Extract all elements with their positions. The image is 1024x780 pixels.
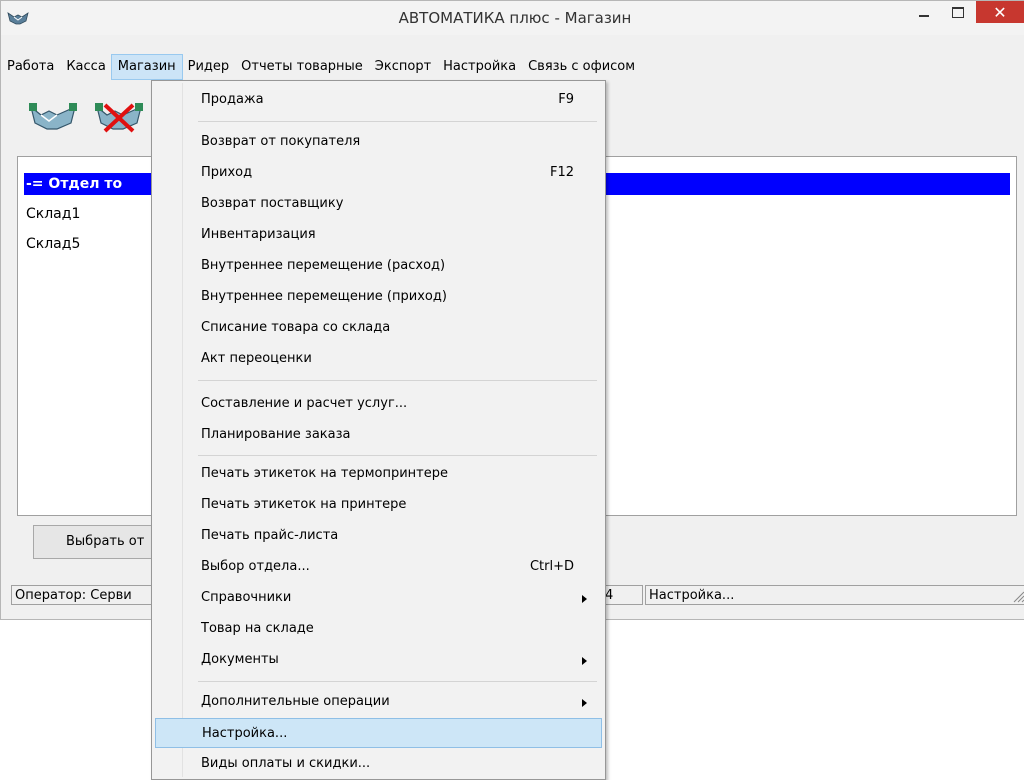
menu-item-label: Печать прайс-листа (201, 528, 339, 543)
menu-item-shortcut: F9 (558, 92, 574, 107)
menu-item-peremeschenie-rashod[interactable]: Внутреннее перемещение (расход) (155, 251, 602, 281)
menu-item-label: Планирование заказа (201, 427, 351, 442)
menu-item-label: Внутреннее перемещение (приход) (201, 289, 447, 304)
menu-item-spravochniki[interactable]: Справочники (155, 583, 602, 613)
menu-item-label: Товар на складе (201, 621, 314, 636)
menu-separator (198, 681, 597, 682)
menu-item-label: Справочники (201, 590, 292, 605)
menu-item-vozvrat-postavschiku[interactable]: Возврат поставщику (155, 189, 602, 219)
menu-item-spisanie[interactable]: Списание товара со склада (155, 313, 602, 343)
maximize-button[interactable] (941, 1, 975, 23)
handshake-icon[interactable] (27, 95, 79, 135)
menu-separator (198, 455, 597, 456)
menu-item-label: Виды оплаты и скидки... (201, 756, 371, 771)
menu-item-etiketki-printer[interactable]: Печать этикеток на принтере (155, 490, 602, 520)
close-button[interactable]: ✕ (976, 1, 1024, 23)
menu-item-label: Документы (201, 652, 279, 667)
menu-eksport[interactable]: Экспорт (369, 55, 437, 79)
submenu-arrow-icon (582, 595, 587, 603)
menu-bar: Работа Касса Магазин Ридер Отчеты товарн… (1, 54, 1024, 80)
menu-item-label: Акт переоценки (201, 351, 312, 366)
menu-item-label: Возврат от покупателя (201, 134, 361, 149)
menu-separator (198, 121, 597, 122)
list-item[interactable]: Склад5 (24, 233, 80, 255)
menu-item-prodazha[interactable]: Продажа F9 (155, 85, 602, 115)
resize-grip-icon[interactable] (1011, 589, 1024, 603)
menu-separator (198, 380, 597, 381)
minimize-button[interactable] (907, 1, 941, 23)
window-title: АВТОМАТИКА плюс - Магазин (398, 9, 632, 27)
menu-item-uslugi[interactable]: Составление и расчет услуг... (155, 389, 602, 419)
handshake-cancel-icon[interactable] (93, 95, 145, 135)
submenu-arrow-icon (582, 699, 587, 707)
menu-item-nastroyka[interactable]: Настройка... (155, 718, 602, 748)
menu-magazin[interactable]: Магазин (110, 54, 183, 80)
menu-otchety[interactable]: Отчеты товарные (235, 55, 369, 79)
menu-svyaz[interactable]: Связь с офисом (522, 55, 641, 79)
menu-item-label: Приход (201, 165, 253, 180)
menu-item-label: Внутреннее перемещение (расход) (201, 258, 446, 273)
menu-item-tovar-na-sklade[interactable]: Товар на складе (155, 614, 602, 644)
minimize-icon (919, 15, 929, 17)
menu-item-prihod[interactable]: Приход F12 (155, 158, 602, 188)
menu-item-etiketki-termo[interactable]: Печать этикеток на термопринтере (155, 459, 602, 489)
menu-kassa[interactable]: Касса (60, 55, 111, 79)
menu-item-label: Дополнительные операции (201, 694, 390, 709)
menu-item-prays-list[interactable]: Печать прайс-листа (155, 521, 602, 551)
menu-item-label: Настройка... (202, 726, 288, 741)
menu-item-vidy-oplaty[interactable]: Виды оплаты и скидки... (155, 749, 602, 779)
menu-item-label: Выбор отдела... (201, 559, 310, 574)
menu-item-shortcut: Ctrl+D (529, 559, 574, 574)
menu-item-dokumenty[interactable]: Документы (155, 645, 602, 675)
maximize-icon (952, 6, 964, 18)
menu-item-label: Печать этикеток на термопринтере (201, 466, 449, 481)
menu-rabota[interactable]: Работа (1, 55, 60, 79)
menu-item-label: Печать этикеток на принтере (201, 497, 407, 512)
close-icon: ✕ (993, 2, 1007, 22)
menu-item-planirovanie[interactable]: Планирование заказа (155, 420, 602, 450)
submenu-arrow-icon (582, 657, 587, 665)
menu-item-akt-pereocenki[interactable]: Акт переоценки (155, 344, 602, 374)
list-item[interactable]: Склад1 (24, 203, 80, 225)
menu-item-vozvrat-pokupatelya[interactable]: Возврат от покупателя (155, 127, 602, 157)
menu-item-peremeschenie-prihod[interactable]: Внутреннее перемещение (приход) (155, 282, 602, 312)
menu-item-dop-operacii[interactable]: Дополнительные операции (155, 687, 602, 717)
menu-item-label: Списание товара со склада (201, 320, 391, 335)
menu-item-vybor-otdela[interactable]: Выбор отдела... Ctrl+D (155, 552, 602, 582)
menu-item-shortcut: F12 (549, 165, 574, 180)
menu-nastroyka[interactable]: Настройка (437, 55, 522, 79)
title-bar[interactable]: АВТОМАТИКА плюс - Магазин ✕ (1, 1, 1024, 35)
menu-item-label: Инвентаризация (201, 227, 316, 242)
menu-item-label: Возврат поставщику (201, 196, 344, 211)
menu-item-label: Составление и расчет услуг... (201, 396, 408, 411)
status-setting: Настройка... (645, 585, 1024, 605)
menu-item-label: Продажа (201, 92, 264, 107)
menu-rider[interactable]: Ридер (182, 55, 236, 79)
magazin-dropdown-menu: Продажа F9 Возврат от покупателя Приход F1… (151, 80, 606, 780)
menu-item-inventarizaciya[interactable]: Инвентаризация (155, 220, 602, 250)
